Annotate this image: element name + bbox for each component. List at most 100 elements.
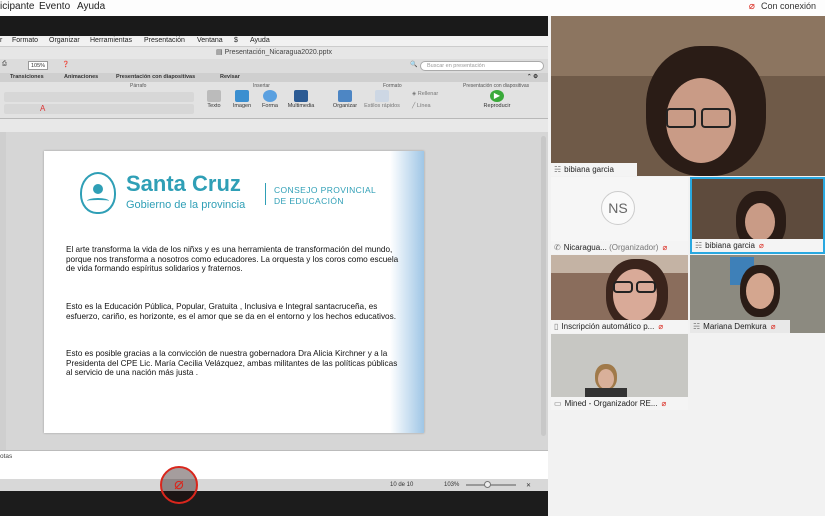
ppt-quick-toolbar: ⎙ 105% ❓ 🔍 Buscar en presentación: [0, 59, 548, 73]
participant-name: Inscripción automático p...: [561, 322, 655, 331]
ppt-menu-formato[interactable]: Formato: [12, 37, 38, 44]
ribbon-tabs: Transiciones Animaciones Presentación co…: [0, 73, 548, 82]
slide[interactable]: Santa Cruz Gobierno de la provincia CONS…: [44, 151, 424, 433]
play-button[interactable]: ▶ Reproducir: [480, 90, 514, 109]
zoom-select[interactable]: 105%: [28, 61, 48, 70]
search-icon: 🔍: [410, 62, 418, 68]
mic-muted-icon: ⌀: [662, 243, 668, 252]
insert-image-label: Imagen: [232, 103, 252, 109]
insert-text-label: Texto: [207, 103, 221, 109]
play-label: Reproducir: [483, 103, 511, 109]
ppt-menu-ver[interactable]: r: [0, 37, 2, 44]
participant-caption: ☵ Mariana Demkura ⌀: [690, 320, 790, 333]
participants-gallery: ☵ bibiana garcia NS ✆ Nicaragua... (Organi…: [548, 16, 825, 516]
ribbon-collapse-icon[interactable]: ⌃ ⚙: [527, 74, 538, 80]
mobile-icon: ▯: [554, 322, 559, 331]
arrange-button[interactable]: Organizar: [332, 90, 358, 109]
participant-tile-mined[interactable]: ▭ Mined - Organizador RE... ⌀: [551, 334, 688, 410]
video-face: [613, 269, 657, 321]
menu-evento[interactable]: Evento: [39, 1, 70, 12]
participant-tile-nicaragua[interactable]: NS ✆ Nicaragua... (Organizador) ⌀: [551, 177, 688, 254]
paragraph-controls-row2[interactable]: [4, 104, 194, 114]
video-face: [745, 203, 775, 241]
script-icon: $: [234, 37, 238, 44]
tab-presentacion-diapositivas[interactable]: Presentación con diapositivas: [116, 74, 195, 80]
participant-tile-inscripcion[interactable]: ▯ Inscripción automático p... ⌀: [551, 255, 688, 333]
brand-subtitle: Gobierno de la provincia: [126, 199, 246, 211]
multimedia-icon: [294, 90, 308, 102]
participant-tile-main[interactable]: ☵ bibiana garcia: [551, 16, 825, 176]
arrange-icon: [338, 90, 352, 102]
notes-pane[interactable]: otas: [0, 450, 548, 479]
tab-transiciones[interactable]: Transiciones: [10, 74, 44, 80]
tab-animaciones[interactable]: Animaciones: [64, 74, 98, 80]
status-zoom: 103%: [444, 482, 460, 488]
insert-multimedia-button[interactable]: Multimedia: [285, 90, 317, 109]
app-menubar: icipante Evento Ayuda ⌀ Con conexión: [0, 0, 825, 16]
shape-icon: [263, 90, 277, 102]
print-icon[interactable]: ⎙: [2, 61, 7, 68]
menu-participante[interactable]: icipante: [0, 1, 34, 12]
computer-icon: ▭: [554, 399, 562, 408]
vertical-scrollbar[interactable]: [541, 136, 546, 436]
ppt-menu-organizar[interactable]: Organizar: [49, 37, 80, 44]
play-icon: ▶: [490, 90, 504, 102]
phone-icon: ✆: [554, 243, 561, 252]
mute-toggle-button[interactable]: ⌀: [160, 466, 198, 504]
participant-caption: ☵ bibiana garcia ⌀: [692, 239, 823, 252]
quick-styles-button[interactable]: Estilos rápidos: [362, 90, 402, 109]
insert-image-button[interactable]: Imagen: [230, 90, 254, 109]
quick-styles-label: Estilos rápidos: [364, 103, 400, 109]
logo-divider: [265, 183, 266, 205]
slide-paragraph-2: Esto es la Educación Pública, Popular, G…: [66, 302, 396, 321]
powerpoint-window: r Formato Organizar Herramientas Present…: [0, 36, 548, 491]
mic-muted-icon: ⌀: [658, 322, 664, 331]
fill-button[interactable]: ◈ Rellenar: [412, 91, 438, 97]
thumbnail-pane[interactable]: [0, 132, 6, 450]
ppt-menu-presentacion[interactable]: Presentación: [144, 37, 185, 44]
mic-muted-icon: ⌀: [748, 1, 755, 12]
ppt-statusbar: 10 de 10 103% ✕: [0, 479, 548, 491]
active-speaker-icon: ☵: [693, 322, 701, 331]
ppt-menu-ayuda[interactable]: Ayuda: [250, 37, 270, 44]
connection-status: ⌀ Con conexión: [749, 1, 816, 12]
search-input[interactable]: Buscar en presentación: [420, 61, 544, 71]
document-icon: ▤: [216, 49, 225, 56]
slide-canvas: Santa Cruz Gobierno de la provincia CONS…: [0, 132, 548, 450]
slide-paragraph-3: Esto es posible gracias a la convicción …: [66, 349, 398, 378]
notes-label: otas: [0, 453, 13, 460]
mic-muted-icon: ⌀: [661, 399, 667, 408]
active-speaker-icon: ☵: [695, 241, 703, 250]
help-icon[interactable]: ❓: [62, 61, 69, 68]
paragraph-controls-row1[interactable]: [4, 92, 194, 102]
group-formato: Formato: [383, 83, 402, 89]
line-button[interactable]: ╱ Línea: [412, 103, 431, 109]
ribbon: Párrafo Insertar Formato Presentación co…: [0, 82, 548, 119]
app-window: icipante Evento Ayuda ⌀ Con conexión r Fo…: [0, 0, 825, 516]
fill-label: Rellenar: [417, 91, 439, 97]
image-icon: [235, 90, 249, 102]
province-seal-icon: [80, 172, 116, 214]
participant-name: Mariana Demkura: [703, 322, 767, 331]
participant-caption: ✆ Nicaragua... (Organizador) ⌀: [551, 241, 688, 254]
insert-text-button[interactable]: Texto: [203, 90, 225, 109]
menu-ayuda[interactable]: Ayuda: [77, 1, 105, 12]
participant-caption: ▯ Inscripción automático p... ⌀: [551, 320, 688, 333]
zoom-slider-knob[interactable]: [484, 481, 491, 488]
ppt-menu-ventana[interactable]: Ventana: [197, 37, 223, 44]
zoom-slider[interactable]: [466, 481, 516, 488]
tab-revisar[interactable]: Revisar: [220, 74, 240, 80]
fit-window-icon[interactable]: ✕: [526, 482, 531, 489]
participant-caption: ☵ bibiana garcia: [551, 163, 637, 176]
font-color-icon[interactable]: A: [40, 104, 45, 113]
council-line-1: CONSEJO PROVINCIAL: [274, 185, 377, 195]
participant-tile-mariana[interactable]: ☵ Mariana Demkura ⌀: [690, 255, 825, 333]
ppt-titlebar: ▤ Presentación_Nicaragua2020.pptx: [0, 47, 548, 59]
ppt-menubar: r Formato Organizar Herramientas Present…: [0, 36, 548, 47]
insert-shape-button[interactable]: Forma: [259, 90, 281, 109]
council-line-2: DE EDUCACIÓN: [274, 196, 344, 206]
slide-paragraph-1: El arte transforma la vida de los niñxs …: [66, 245, 399, 274]
participant-tile-bibiana[interactable]: ☵ bibiana garcia ⌀: [690, 177, 825, 254]
group-insertar: Insertar: [253, 83, 270, 89]
ppt-menu-herramientas[interactable]: Herramientas: [90, 37, 132, 44]
